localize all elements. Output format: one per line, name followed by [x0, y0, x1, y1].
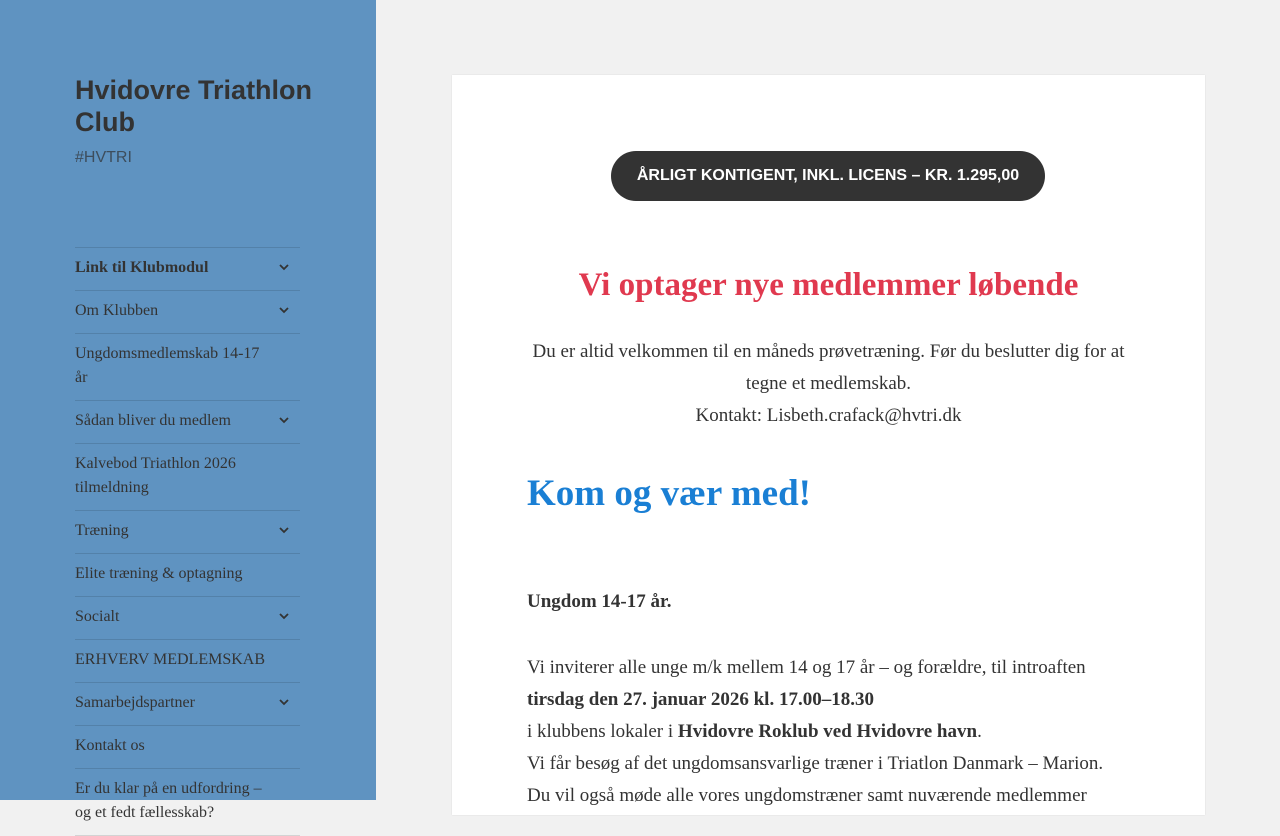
nav-item[interactable]: Kontakt os [75, 726, 300, 769]
nav-item-label: Kontakt os [75, 737, 145, 754]
nav-item-label: Træning [75, 522, 129, 539]
recruiting-headline: Vi optager nye medlemmer løbende [578, 267, 1079, 303]
chevron-down-icon[interactable] [274, 520, 294, 540]
chevron-down-icon[interactable] [274, 692, 294, 712]
nav-item-label: Sådan bliver du medlem [75, 412, 231, 429]
nav-item-label: Samarbejdspartner [75, 694, 195, 711]
nav-item-label: Socialt [75, 608, 120, 625]
nav-item[interactable]: Socialt [75, 597, 300, 640]
main-navigation: Link til Klubmodul Om Klubben Ungdomsmedle… [75, 247, 300, 836]
sidebar: Hvidovre Triathlon Club #HVTRI Link til … [0, 0, 376, 836]
intro-text: Du er altid velkommen til en måneds prøv… [532, 341, 1125, 394]
youth-invite-text: Vi inviterer alle unge m/k mellem 14 og … [527, 657, 1086, 678]
site-title[interactable]: Hvidovre Triathlon Club [75, 74, 315, 138]
chevron-down-icon[interactable] [274, 300, 294, 320]
nav-item[interactable]: Er du klar på en udfordring – og et fedt… [75, 769, 300, 836]
nav-item[interactable]: Træning [75, 511, 300, 554]
nav-item-label: Link til Klubmodul [75, 259, 209, 276]
youth-paragraph: Vi inviterer alle unge m/k mellem 14 og … [527, 652, 1130, 812]
nav-item[interactable]: Samarbejdspartner [75, 683, 300, 726]
youth-heading: Ungdom 14-17 år. [527, 591, 672, 612]
nav-item[interactable]: Om Klubben [75, 291, 300, 334]
nav-item-label: Er du klar på en udfordring – og et fedt… [75, 780, 262, 821]
main-content: ÅRLIGT KONTIGENT, INKL. LICENS – KR. 1.2… [452, 75, 1205, 815]
nav-item[interactable]: Link til Klubmodul [75, 248, 300, 291]
nav-item-label: Om Klubben [75, 302, 159, 319]
nav-item[interactable]: ERHVERV MEDLEMSKAB [75, 640, 300, 683]
youth-event-date: tirsdag den 27. januar 2026 kl. 17.00–18… [527, 689, 874, 710]
nav-item[interactable]: Kalvebod Triathlon 2026 tilmeldning [75, 444, 300, 511]
nav-item-label: Elite træning & optagning [75, 565, 243, 582]
youth-location-suffix: . [977, 721, 982, 742]
nav-item-label: Ungdomsmedlemskab 14-17 år [75, 345, 260, 386]
nav-item[interactable]: Elite træning & optagning [75, 554, 300, 597]
nav-item-label: ERHVERV MEDLEMSKAB [75, 651, 265, 668]
youth-visit-text: Vi får besøg af det ungdomsansvarlige tr… [527, 753, 1104, 774]
membership-fee-button[interactable]: ÅRLIGT KONTIGENT, INKL. LICENS – KR. 1.2… [611, 151, 1045, 201]
contact-text: Kontakt: Lisbeth.crafack@hvtri.dk [695, 405, 962, 426]
youth-location: Hvidovre Roklub ved Hvidovre havn [677, 721, 978, 742]
nav-item[interactable]: Ungdomsmedlemskab 14-17 år [75, 334, 300, 401]
nav-item[interactable]: Sådan bliver du medlem [75, 401, 300, 444]
chevron-down-icon[interactable] [274, 606, 294, 626]
youth-meet-text: Du vil også møde alle vores ungdomstræne… [527, 785, 1087, 806]
intro-paragraph: Du er altid velkommen til en måneds prøv… [527, 336, 1130, 432]
youth-location-prefix: i klubbens lokaler i [527, 721, 678, 742]
join-heading: Kom og vær med! [527, 473, 811, 514]
chevron-down-icon[interactable] [274, 257, 294, 277]
nav-item-label: Kalvebod Triathlon 2026 tilmeldning [75, 455, 236, 496]
chevron-down-icon[interactable] [274, 410, 294, 430]
site-description: #HVTRI [75, 149, 132, 166]
